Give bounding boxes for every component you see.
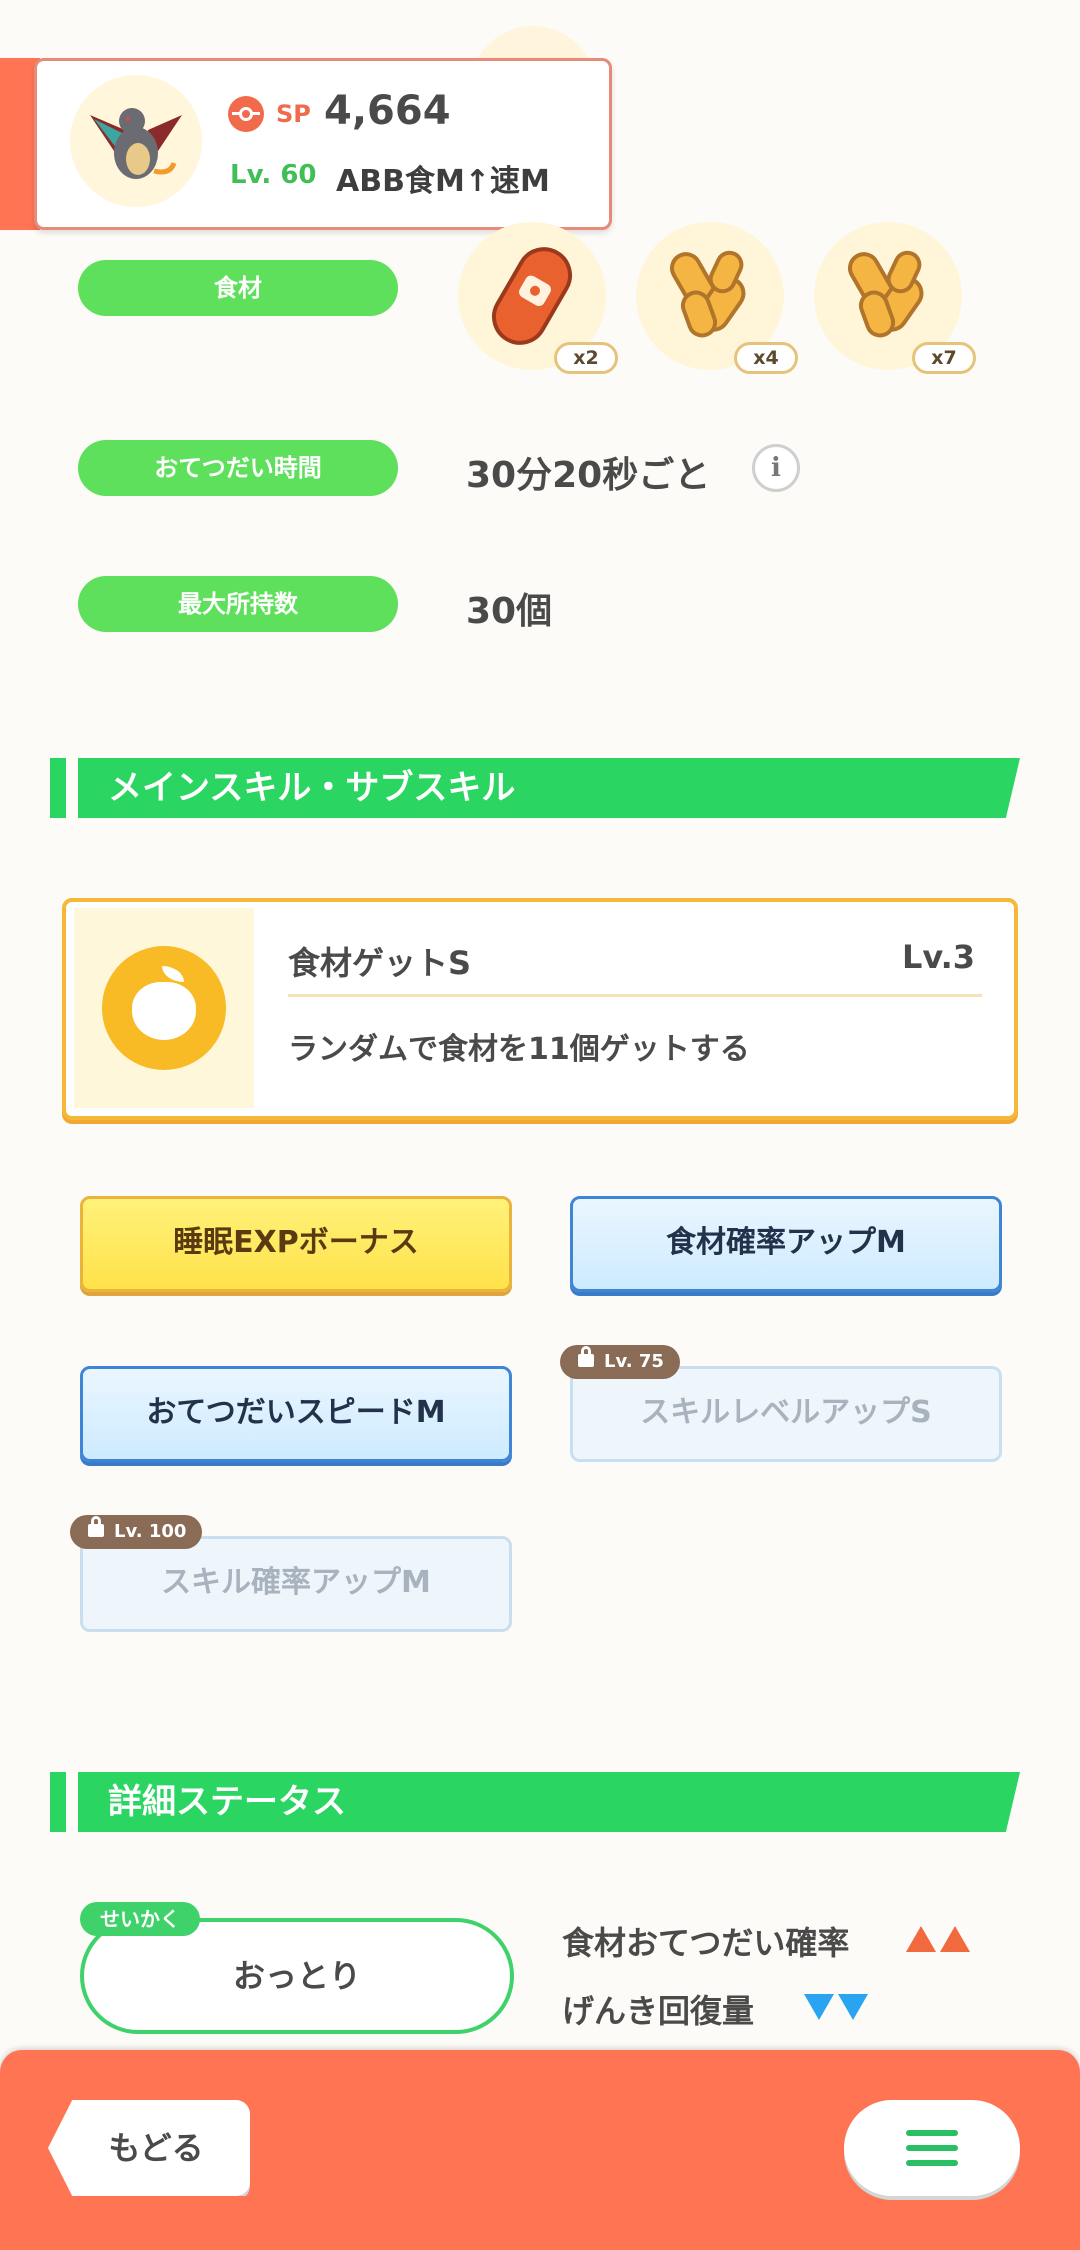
subskill-button-locked[interactable]: スキル確率アップM [80,1536,512,1632]
sp-value: 4,664 [324,88,451,134]
sp-icon [228,96,264,132]
lock-level-tag: Lv. 100 [70,1515,203,1549]
section-title-status: 詳細ステータス [78,1772,1020,1832]
ingredients-label: 食材 [78,260,398,316]
help-time-label: おてつだい時間 [78,440,398,496]
section-marker [50,758,66,818]
nature-effect-up: 食材おてつだい確率 [562,1924,850,1962]
subskill-summary: ABB食M↑速M [336,164,550,199]
lock-icon [578,1346,594,1367]
main-skill-level: Lv.3 [902,938,976,976]
info-icon[interactable]: i [752,444,800,492]
apple-icon [132,982,196,1040]
arrow-down-icon [838,1994,868,2020]
section-title-skills: メインスキル・サブスキル [78,758,1020,818]
nature-effect-down: げんき回復量 [562,1992,755,2030]
arrow-up-icon [906,1926,936,1952]
nature-tag: せいかく [80,1902,200,1936]
divider [288,994,982,997]
ingredient-count: x7 [912,342,976,374]
pokemon-level: Lv. 60 [230,160,317,190]
lock-level-text: Lv. 100 [114,1521,187,1542]
subskill-button[interactable]: 食材確率アップM [570,1196,1002,1292]
section-marker [50,1772,66,1832]
ingredient-count: x4 [734,342,798,374]
arrow-down-icon [804,1994,834,2020]
main-skill-name: 食材ゲットS [288,944,472,982]
subskill-button[interactable]: おてつだいスピードM [80,1366,512,1462]
back-button[interactable]: もどる [48,2100,250,2196]
max-carry-label: 最大所持数 [78,576,398,632]
arrow-up-icon [940,1926,970,1952]
ingredient-count: x2 [554,342,618,374]
main-skill-description: ランダムで食材を11個ゲットする [288,1032,750,1067]
lock-level-text: Lv. 75 [604,1351,664,1372]
lock-icon [88,1516,104,1537]
lock-level-tag: Lv. 75 [560,1345,680,1379]
max-carry-value: 30個 [466,591,553,632]
charizard-icon [90,108,182,179]
sp-label: SP [276,100,311,128]
pokemon-portrait [70,75,202,207]
subskill-button-locked[interactable]: スキルレベルアップS [570,1366,1002,1462]
help-time-value: 30分20秒ごと [466,455,711,496]
menu-button[interactable] [844,2100,1020,2196]
subskill-button[interactable]: 睡眠EXPボーナス [80,1196,512,1292]
